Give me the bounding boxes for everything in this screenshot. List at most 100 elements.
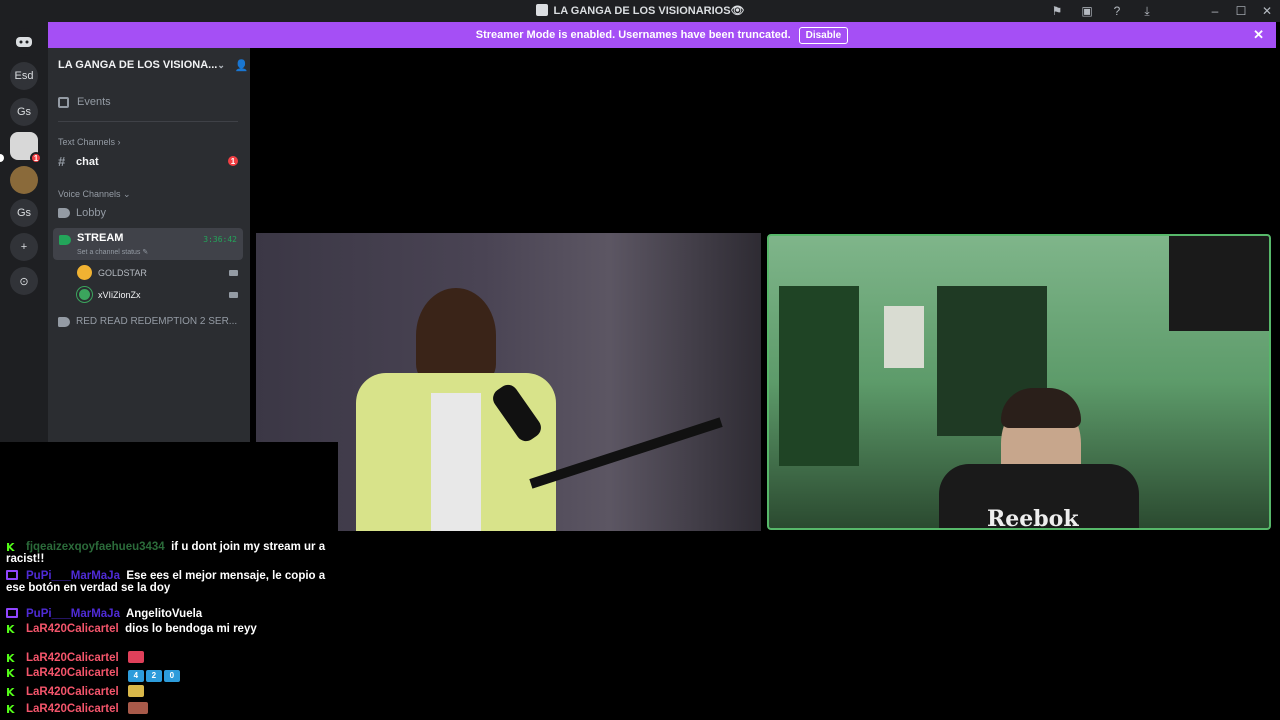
emote-2: 2	[145, 670, 162, 682]
server-ganga-badge: 1	[30, 152, 42, 164]
selected-pill	[0, 154, 4, 162]
channel-chat-label: chat	[76, 155, 99, 168]
channel-stream[interactable]: STREAM Set a channel status ✎ 3:36:42	[53, 228, 243, 260]
events-link[interactable]: Events	[58, 96, 111, 108]
voice-member-zion[interactable]: xVIiZionZx	[77, 287, 238, 302]
stream-chat-overlay: Kfjqeaizexqoyfaehueu3434 if u dont join …	[0, 442, 338, 720]
chat-username: PuPi___MarMaJa	[26, 570, 120, 582]
help-icon[interactable]: ?	[1102, 0, 1132, 22]
discord-logo-icon	[16, 37, 32, 47]
maximize-icon[interactable]: ☐	[1228, 0, 1254, 22]
screen-share-icon[interactable]: ▣	[1072, 0, 1102, 22]
server-gs-2[interactable]: Gs	[10, 199, 38, 227]
speaker-locked-icon	[58, 316, 70, 327]
channel-lobby-label: Lobby	[76, 207, 106, 219]
shirt-logo: Reebok	[987, 506, 1079, 530]
invite-icon[interactable]: 👤	[235, 59, 249, 72]
banner-message: Streamer Mode is enabled. Usernames have…	[475, 29, 791, 41]
inbox-flag-icon[interactable]: ⚑	[1042, 0, 1072, 22]
streamer-mode-banner: Streamer Mode is enabled. Usernames have…	[48, 22, 1276, 48]
window-titlebar: LA GANGA DE LOS VISIONARIOS👁 ⚑ ▣ ? ⤓ – ☐…	[0, 0, 1280, 22]
voice-channels-category[interactable]: Voice Channels ⌄	[58, 189, 131, 200]
server-esd[interactable]: Esd	[10, 62, 38, 90]
chat-message: K LaR420Calicartel 420	[6, 667, 326, 682]
chat-message: K LaR420Calicartel	[6, 702, 326, 716]
avatar	[77, 265, 92, 280]
server-rail: Esd Gs 1 Gs + ⊙	[0, 22, 48, 442]
server-esd-label: Esd	[14, 70, 34, 82]
server-name: LA GANGA DE LOS VISIONA...	[58, 59, 218, 71]
chat-username: PuPi___MarMaJa	[26, 608, 120, 620]
chat-username: LaR420Calicartel	[26, 623, 119, 635]
kick-icon: K	[6, 686, 15, 699]
chat-username: LaR420Calicartel	[26, 703, 119, 715]
chat-message: PuPi___MarMaJa AngelitoVuela	[6, 608, 326, 621]
mic-arm	[529, 417, 723, 489]
chat-message: K LaR420Calicartel	[6, 651, 326, 665]
hash-icon: #	[58, 154, 66, 169]
text-channels-category[interactable]: Text Channels ›	[58, 137, 121, 147]
chat-text: dios lo bendoga mi reyy	[125, 623, 257, 635]
server-ganga[interactable]: 1	[10, 132, 42, 164]
events-label: Events	[77, 96, 111, 108]
channel-rdr[interactable]: RED READ REDEMPTION 2 SER...	[58, 316, 237, 327]
member-name: GOLDSTAR	[98, 267, 147, 278]
window-title-text: LA GANGA DE LOS VISIONARIOS👁	[553, 5, 745, 17]
emote	[127, 685, 144, 697]
explore-icon[interactable]: ⊙	[10, 267, 38, 295]
tv	[1169, 236, 1269, 331]
channel-status-link[interactable]: Set a channel status ✎	[77, 248, 148, 256]
channel-chat[interactable]: # chat 1	[58, 154, 238, 169]
chat-username: LaR420Calicartel	[26, 652, 119, 664]
kick-icon: K	[6, 541, 15, 554]
server-gs-1-label: Gs	[16, 106, 32, 118]
kick-icon: K	[6, 652, 15, 665]
hair	[1001, 388, 1081, 428]
voice-member-goldstar[interactable]: GOLDSTAR	[77, 265, 238, 280]
chat-message: K LaR420Calicartel	[6, 685, 326, 699]
server-avatar[interactable]	[10, 166, 38, 194]
chat-message: PuPi___MarMaJa Ese ees el mejor mensaje,…	[6, 570, 326, 594]
chat-unread-badge: 1	[228, 156, 238, 166]
emote	[127, 651, 144, 663]
channel-stream-label: STREAM	[77, 232, 124, 244]
divider	[58, 121, 238, 122]
discord-home-icon[interactable]	[10, 28, 38, 56]
chat-username: fjqeaizexqoyfaehueu3434	[26, 541, 165, 553]
tank-top	[431, 393, 481, 531]
server-icon	[535, 4, 548, 16]
kick-icon: K	[6, 623, 15, 636]
chat-message: K LaR420Calicartel dios lo bendoga mi rey…	[6, 623, 326, 636]
poster	[884, 306, 924, 368]
close-window-icon[interactable]: ✕	[1254, 0, 1280, 22]
channel-lobby[interactable]: Lobby	[58, 207, 106, 219]
server-header[interactable]: LA GANGA DE LOS VISIONA... ⌄ 👤	[48, 48, 250, 82]
video-tile-right[interactable]: Reebok	[767, 234, 1271, 530]
calendar-icon	[58, 96, 69, 108]
emote-0: 0	[163, 670, 180, 682]
twitch-icon	[6, 570, 18, 580]
chat-message: Kfjqeaizexqoyfaehueu3434 if u dont join …	[6, 541, 326, 565]
banner-close-icon[interactable]: ✕	[1253, 27, 1264, 43]
speaker-active-icon	[59, 235, 71, 245]
minimize-icon[interactable]: –	[1202, 0, 1228, 22]
download-icon[interactable]: ⤓	[1132, 0, 1162, 22]
twitch-icon	[6, 608, 18, 618]
chat-username: LaR420Calicartel	[26, 686, 119, 698]
curtain-left	[779, 286, 859, 466]
chevron-down-icon: ⌄	[217, 59, 225, 70]
camera-icon	[229, 291, 238, 298]
emote	[127, 702, 148, 714]
person-head	[416, 288, 496, 383]
emote-4: 4	[127, 670, 144, 682]
channel-sidebar: LA GANGA DE LOS VISIONA... ⌄ 👤 Events Te…	[48, 48, 250, 442]
camera-icon	[229, 269, 238, 276]
stream-timer: 3:36:42	[203, 235, 237, 244]
server-gs-1[interactable]: Gs	[10, 98, 38, 126]
kick-icon: K	[6, 703, 15, 716]
add-server-icon[interactable]: +	[10, 233, 38, 261]
channel-rdr-label: RED READ REDEMPTION 2 SER...	[76, 316, 238, 327]
chat-text: AngelitoVuela	[125, 608, 203, 620]
disable-button[interactable]: Disable	[798, 26, 849, 44]
